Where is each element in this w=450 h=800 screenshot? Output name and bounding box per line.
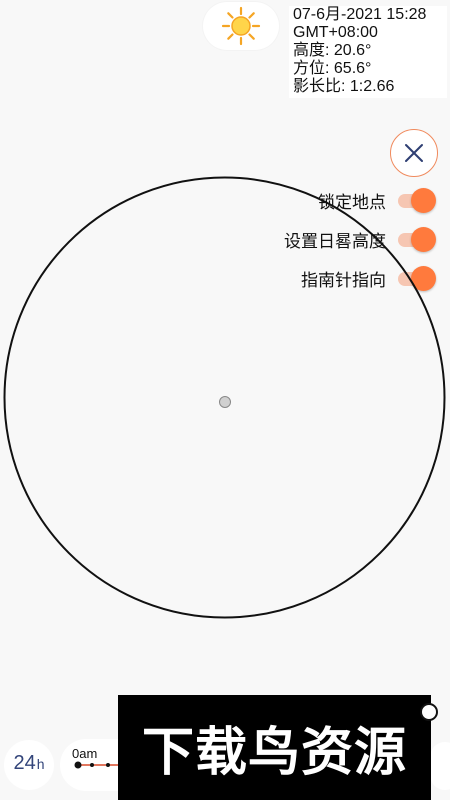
datetime-text: 07-6月-2021 15:28	[293, 6, 427, 23]
sundial-dial[interactable]	[0, 175, 450, 625]
sun-badge[interactable]	[203, 2, 279, 50]
timezone-text: GMT+08:00	[293, 24, 378, 41]
small-circle-icon	[420, 703, 438, 721]
watermark-text: 下载鸟资源	[141, 723, 407, 783]
sun-info-panel: 07-6月-2021 15:28 GMT+08:00 高度: 20.6° 方位:…	[289, 6, 447, 98]
watermark-banner: 下载鸟资源	[118, 695, 431, 800]
dial-center-dot	[219, 396, 231, 408]
hours-number: 24	[13, 752, 36, 774]
azimuth-text: 方位: 65.6°	[293, 60, 372, 77]
altitude-text: 高度: 20.6°	[293, 42, 372, 59]
close-button[interactable]	[390, 129, 438, 177]
sun-icon	[221, 6, 261, 46]
hours-mode-button[interactable]: 24 h	[4, 740, 54, 790]
right-control-pill[interactable]	[430, 742, 450, 790]
shadow-ratio-text: 影长比: 1:2.66	[293, 78, 395, 95]
close-icon	[405, 144, 423, 162]
hours-unit: h	[36, 756, 45, 772]
sundial-screen: 07-6月-2021 15:28 GMT+08:00 高度: 20.6° 方位:…	[0, 0, 450, 800]
